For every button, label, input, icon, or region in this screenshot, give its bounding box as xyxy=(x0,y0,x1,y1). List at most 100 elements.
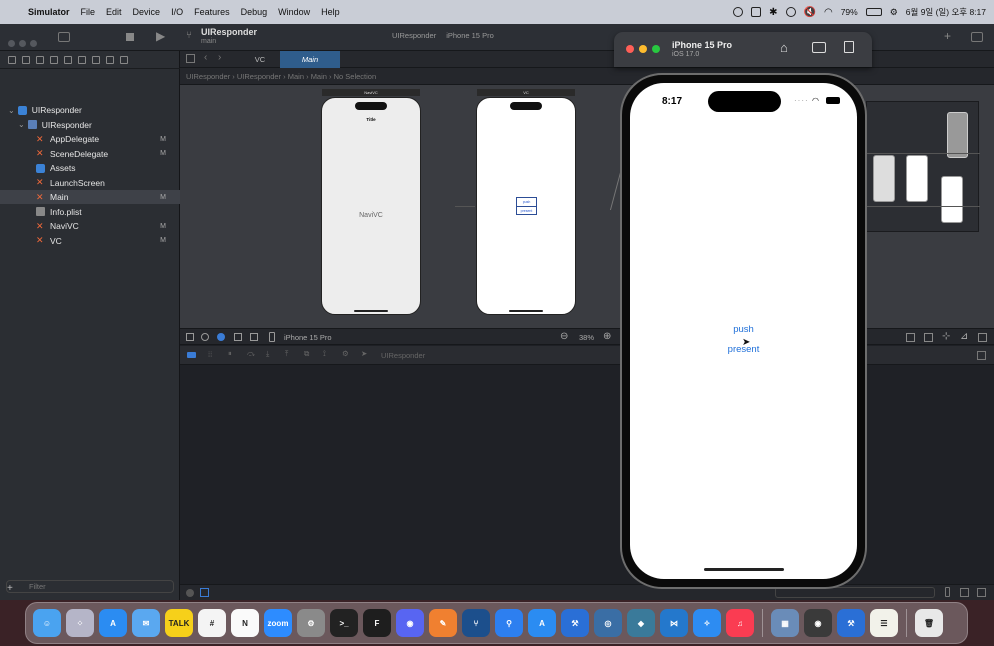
canvas-device[interactable]: iPhone 15 Pro xyxy=(284,333,332,342)
play-icon[interactable] xyxy=(785,7,796,17)
menu-datetime[interactable]: 6월 9일 (일) 오후 8:17 xyxy=(906,6,986,18)
dock-launchpad-icon[interactable]: ⁘ xyxy=(66,609,94,637)
vc-push-button[interactable]: push xyxy=(517,198,536,207)
dock-app-store-icon[interactable]: A xyxy=(99,609,127,637)
home-icon[interactable]: ⌂ xyxy=(780,40,788,55)
appearance-icon[interactable] xyxy=(201,333,209,341)
tree-item-assets[interactable]: Assets xyxy=(0,161,180,175)
outline-toggle-icon[interactable] xyxy=(186,333,194,341)
tree-item-info-plist[interactable]: Info.plist xyxy=(0,205,180,219)
dock-app-store-icon[interactable]: A xyxy=(528,609,556,637)
menu-io[interactable]: I/O xyxy=(171,7,183,17)
tree-item-launchscreen[interactable]: ✕ LaunchScreen xyxy=(0,176,180,190)
tree-item-scenedelegate[interactable]: ✕ SceneDelegate M xyxy=(0,147,180,161)
tree-item-appdelegate[interactable]: ✕ AppDelegate M xyxy=(0,132,180,146)
menu-features[interactable]: Features xyxy=(194,7,230,17)
dock-zoom-icon[interactable]: zoom xyxy=(264,609,292,637)
menu-debug[interactable]: Debug xyxy=(241,7,268,17)
run-icon[interactable]: ▶ xyxy=(156,29,165,43)
screenshot-icon[interactable] xyxy=(812,42,826,53)
add-constraints-icon[interactable]: ⊹ xyxy=(942,331,950,342)
dock-safari-icon[interactable]: ✧ xyxy=(693,609,721,637)
embed-icon[interactable] xyxy=(978,333,987,342)
jump-file-2[interactable]: Main xyxy=(311,72,327,81)
grid-icon[interactable] xyxy=(186,54,195,63)
wifi-icon[interactable]: ◠ xyxy=(824,7,833,18)
tree-item-main[interactable]: ✕ Main M xyxy=(0,190,180,204)
control-center-icon[interactable]: ⚙ xyxy=(890,7,898,18)
dock-finder-icon[interactable]: ☺ xyxy=(33,609,61,637)
dock-discord-icon[interactable]: ◉ xyxy=(396,609,424,637)
debug-target[interactable]: UIResponder xyxy=(381,351,425,360)
jump-project[interactable]: UIResponder xyxy=(186,72,230,81)
step-out-icon[interactable]: ⤒ xyxy=(285,349,288,359)
battery-icon[interactable] xyxy=(865,8,882,16)
menu-app-name[interactable]: Simulator xyxy=(28,7,70,17)
chevron-down-icon[interactable]: ⌄ xyxy=(18,120,25,129)
filter-scope-icon[interactable] xyxy=(186,589,194,597)
zoom-level[interactable]: 38% xyxy=(579,333,594,342)
destination-name[interactable]: iPhone 15 Pro xyxy=(446,31,494,40)
vc-button-stack[interactable]: push present xyxy=(516,197,537,215)
bluetooth-icon[interactable]: ✱ xyxy=(769,7,777,18)
breakpoints-icon[interactable]: ⁞⁞ xyxy=(208,350,212,359)
tree-item-uiresponder[interactable]: ⌄ UIResponder xyxy=(0,118,180,132)
console-output-icon[interactable] xyxy=(200,588,209,597)
dock-figma-icon[interactable]: F xyxy=(363,609,391,637)
tab-main[interactable]: Main xyxy=(280,51,340,68)
dock-vanta-icon[interactable]: ◆ xyxy=(627,609,655,637)
record-icon[interactable] xyxy=(733,7,744,17)
sim-minimize-button[interactable] xyxy=(639,45,647,53)
variables-toggle-icon[interactable] xyxy=(977,588,986,597)
dock-mail-icon[interactable]: ✉ xyxy=(132,609,160,637)
orientation-icon[interactable] xyxy=(234,333,242,341)
minimize-window-button[interactable] xyxy=(19,40,26,47)
debug-area-toggle-icon[interactable] xyxy=(187,352,196,358)
zoom-in-icon[interactable]: ⊕ xyxy=(603,331,611,342)
breakpoint-icon[interactable] xyxy=(106,55,114,64)
environment-icon[interactable]: ⚙ xyxy=(342,349,349,358)
menu-help[interactable]: Help xyxy=(321,7,340,17)
dock-music-icon[interactable]: ♫ xyxy=(726,609,754,637)
jump-folder[interactable]: UIResponder xyxy=(237,72,281,81)
debug-console[interactable] xyxy=(180,365,994,585)
dock-xcode-icon[interactable]: ⚒ xyxy=(561,609,589,637)
device-icon[interactable] xyxy=(269,332,275,342)
back-icon[interactable]: ‹ xyxy=(204,52,207,63)
symbol-icon[interactable] xyxy=(36,55,44,64)
scheme-selector[interactable]: UIResponder iPhone 15 Pro xyxy=(392,31,494,40)
inspector-toggle-icon[interactable] xyxy=(971,32,983,42)
dock-trash-icon[interactable]: 🗑 xyxy=(915,609,943,637)
layout-icon[interactable] xyxy=(250,333,258,341)
stop-icon[interactable] xyxy=(126,33,134,41)
simulator-titlebar[interactable]: iPhone 15 Pro iOS 17.0 ⌂ xyxy=(614,32,872,67)
home-indicator[interactable] xyxy=(704,568,784,571)
dock-fork-icon[interactable]: ⑂ xyxy=(462,609,490,637)
step-over-icon[interactable]: ⤼ xyxy=(247,349,255,359)
test-icon[interactable] xyxy=(78,55,86,64)
rotate-icon[interactable] xyxy=(844,41,854,53)
push-button[interactable]: push xyxy=(630,324,857,335)
split-console-icon[interactable] xyxy=(960,588,969,597)
sidebar-toggle-icon[interactable] xyxy=(58,32,70,42)
navivc-scene[interactable]: NaviVC Title NaviVC xyxy=(321,89,421,315)
sim-zoom-button[interactable] xyxy=(652,45,660,53)
dock-slack-icon[interactable]: # xyxy=(198,609,226,637)
accessibility-icon[interactable] xyxy=(217,333,225,341)
jump-file[interactable]: Main xyxy=(288,72,304,81)
close-window-button[interactable] xyxy=(8,40,15,47)
align-icon[interactable] xyxy=(924,333,933,342)
location-icon[interactable]: ➤ xyxy=(361,349,367,358)
dock-python-icon[interactable]: ◎ xyxy=(594,609,622,637)
dock-quicktime-icon[interactable]: ◉ xyxy=(804,609,832,637)
trash-console-icon[interactable] xyxy=(945,587,950,597)
iphone-screen[interactable]: 8:17 ···· ◠ push present ➤ xyxy=(630,83,857,579)
debug-nav-icon[interactable] xyxy=(92,55,100,64)
add-icon[interactable]: + xyxy=(944,29,951,43)
menu-window[interactable]: Window xyxy=(278,7,310,17)
folder-nav-icon[interactable] xyxy=(8,55,16,64)
dock-textedit-icon[interactable]: ☰ xyxy=(870,609,898,637)
zoom-window-button[interactable] xyxy=(30,40,37,47)
tree-item-navivc[interactable]: ✕ NaviVC M xyxy=(0,219,180,233)
dock-pencil-icon[interactable]: ✎ xyxy=(429,609,457,637)
